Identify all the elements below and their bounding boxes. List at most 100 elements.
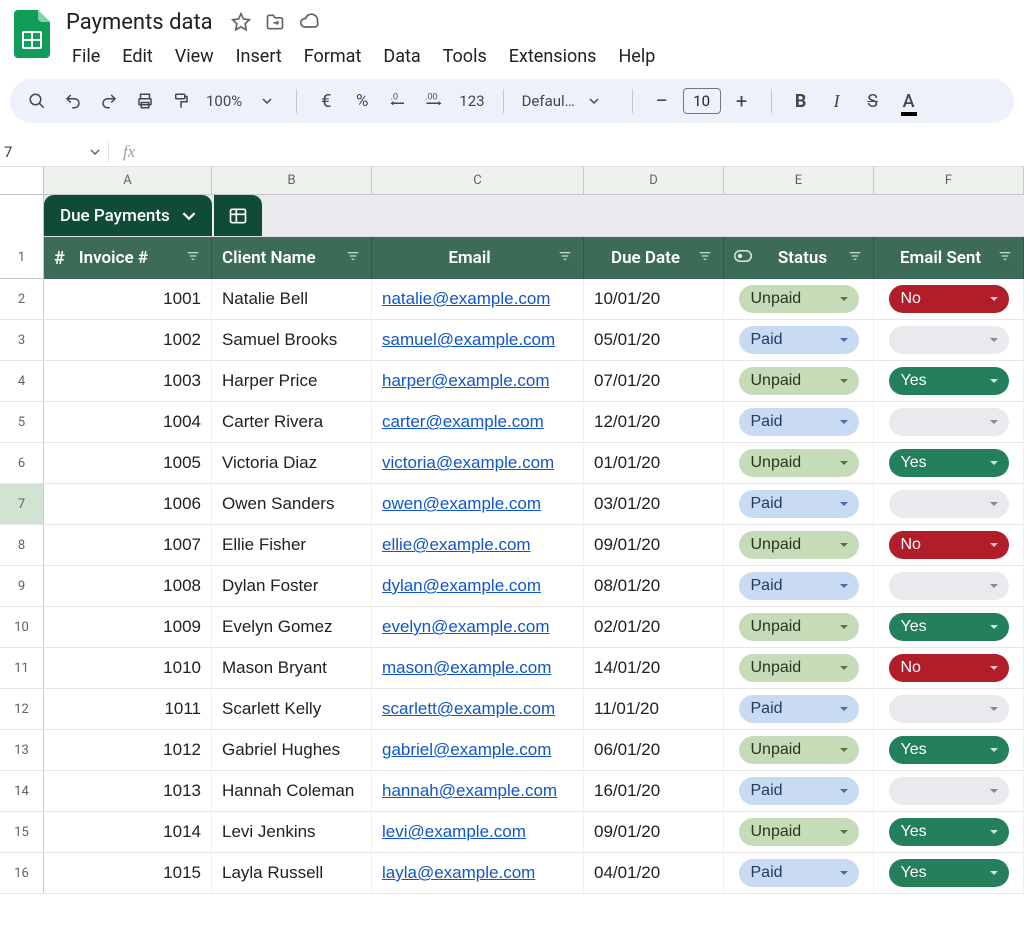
row-number[interactable]: 14 xyxy=(0,771,44,811)
cell-sent[interactable]: Yes xyxy=(874,607,1024,647)
increase-decimal-button[interactable]: .00 xyxy=(419,86,449,116)
filter-icon[interactable] xyxy=(345,248,361,269)
cell-status[interactable]: Unpaid xyxy=(724,812,874,852)
increase-font-size-button[interactable]: + xyxy=(727,86,757,116)
email-sent-chip[interactable] xyxy=(889,777,1009,805)
cell-email[interactable]: levi@example.com xyxy=(372,812,584,852)
more-formats-button[interactable]: 123 xyxy=(455,92,488,110)
email-sent-chip[interactable]: No xyxy=(889,531,1009,559)
cell-client[interactable]: Gabriel Hughes xyxy=(212,730,372,770)
col-header-letter[interactable]: A xyxy=(44,167,212,194)
cell-invoice[interactable]: 1008 xyxy=(44,566,212,606)
cell-sent[interactable] xyxy=(874,689,1024,729)
cell-status[interactable]: Paid xyxy=(724,484,874,524)
row-number[interactable]: 12 xyxy=(0,689,44,729)
cell-email[interactable]: dylan@example.com xyxy=(372,566,584,606)
star-icon[interactable] xyxy=(231,12,251,32)
status-chip[interactable]: Paid xyxy=(739,777,859,805)
cell-invoice[interactable]: 1004 xyxy=(44,402,212,442)
cell-sent[interactable]: No xyxy=(874,279,1024,319)
cell-invoice[interactable]: 1013 xyxy=(44,771,212,811)
cell-sent[interactable] xyxy=(874,566,1024,606)
status-chip[interactable]: Paid xyxy=(739,490,859,518)
cell-client[interactable]: Layla Russell xyxy=(212,853,372,893)
text-color-button[interactable]: A xyxy=(894,86,924,116)
cell-status[interactable]: Unpaid xyxy=(724,361,874,401)
cell-status[interactable]: Unpaid xyxy=(724,648,874,688)
cell-status[interactable]: Unpaid xyxy=(724,443,874,483)
row-number[interactable]: 9 xyxy=(0,566,44,606)
col-header-letter[interactable]: B xyxy=(212,167,372,194)
decrease-decimal-button[interactable]: .0 xyxy=(383,86,413,116)
italic-button[interactable]: I xyxy=(822,86,852,116)
cell-status[interactable]: Paid xyxy=(724,689,874,729)
cell-email[interactable]: ellie@example.com xyxy=(372,525,584,565)
cell-due[interactable]: 10/01/20 xyxy=(584,279,724,319)
cell-sent[interactable]: Yes xyxy=(874,812,1024,852)
cell-sent[interactable] xyxy=(874,402,1024,442)
cell-sent[interactable] xyxy=(874,484,1024,524)
menu-insert[interactable]: Insert xyxy=(226,40,292,73)
cell-email[interactable]: gabriel@example.com xyxy=(372,730,584,770)
row-number[interactable]: 13 xyxy=(0,730,44,770)
cell-invoice[interactable]: 1015 xyxy=(44,853,212,893)
email-sent-chip[interactable]: Yes xyxy=(889,818,1009,846)
search-icon[interactable] xyxy=(22,86,52,116)
email-sent-chip[interactable]: Yes xyxy=(889,367,1009,395)
email-sent-chip[interactable] xyxy=(889,572,1009,600)
cell-status[interactable]: Paid xyxy=(724,402,874,442)
cell-status[interactable]: Paid xyxy=(724,320,874,360)
col-header-status[interactable]: Status xyxy=(724,237,874,279)
cell-client[interactable]: Hannah Coleman xyxy=(212,771,372,811)
chevron-down-icon[interactable] xyxy=(252,86,282,116)
bold-button[interactable]: B xyxy=(786,86,816,116)
email-sent-chip[interactable] xyxy=(889,408,1009,436)
cell-invoice[interactable]: 1014 xyxy=(44,812,212,852)
cell-due[interactable]: 06/01/20 xyxy=(584,730,724,770)
status-chip[interactable]: Unpaid xyxy=(739,531,859,559)
zoom-dropdown[interactable]: 100% xyxy=(202,92,246,110)
status-chip[interactable]: Paid xyxy=(739,859,859,887)
font-size-input[interactable]: 10 xyxy=(683,88,721,114)
name-box[interactable]: 7 xyxy=(0,143,108,161)
row-number[interactable]: 6 xyxy=(0,443,44,483)
email-sent-chip[interactable]: Yes xyxy=(889,613,1009,641)
cell-due[interactable]: 08/01/20 xyxy=(584,566,724,606)
cell-email[interactable]: victoria@example.com xyxy=(372,443,584,483)
menu-view[interactable]: View xyxy=(165,40,224,73)
cell-client[interactable]: Evelyn Gomez xyxy=(212,607,372,647)
cell-email[interactable]: samuel@example.com xyxy=(372,320,584,360)
cell-client[interactable]: Carter Rivera xyxy=(212,402,372,442)
status-chip[interactable]: Unpaid xyxy=(739,818,859,846)
cell-status[interactable]: Paid xyxy=(724,771,874,811)
col-header-invoice[interactable]: # Invoice # xyxy=(44,237,212,279)
row-number[interactable]: 2 xyxy=(0,279,44,319)
cell-client[interactable]: Levi Jenkins xyxy=(212,812,372,852)
row-number[interactable]: 3 xyxy=(0,320,44,360)
filter-icon[interactable] xyxy=(847,248,863,269)
status-chip[interactable]: Unpaid xyxy=(739,613,859,641)
cell-due[interactable]: 12/01/20 xyxy=(584,402,724,442)
email-sent-chip[interactable] xyxy=(889,695,1009,723)
cell-email[interactable]: evelyn@example.com xyxy=(372,607,584,647)
filter-icon[interactable] xyxy=(557,248,573,269)
menu-help[interactable]: Help xyxy=(608,40,665,73)
email-sent-chip[interactable] xyxy=(889,326,1009,354)
cell-invoice[interactable]: 1003 xyxy=(44,361,212,401)
cell-invoice[interactable]: 1007 xyxy=(44,525,212,565)
cell-client[interactable]: Owen Sanders xyxy=(212,484,372,524)
cell-sent[interactable]: Yes xyxy=(874,443,1024,483)
status-chip[interactable]: Unpaid xyxy=(739,449,859,477)
decrease-font-size-button[interactable]: − xyxy=(647,86,677,116)
paint-format-button[interactable] xyxy=(166,86,196,116)
status-chip[interactable]: Unpaid xyxy=(739,654,859,682)
cell-invoice[interactable]: 1011 xyxy=(44,689,212,729)
col-header-client[interactable]: Client Name xyxy=(212,237,372,279)
cell-due[interactable]: 07/01/20 xyxy=(584,361,724,401)
col-header-sent[interactable]: Email Sent xyxy=(874,237,1024,279)
menu-tools[interactable]: Tools xyxy=(433,40,497,73)
email-sent-chip[interactable]: Yes xyxy=(889,736,1009,764)
cell-email[interactable]: harper@example.com xyxy=(372,361,584,401)
cell-due[interactable]: 11/01/20 xyxy=(584,689,724,729)
cell-email[interactable]: mason@example.com xyxy=(372,648,584,688)
